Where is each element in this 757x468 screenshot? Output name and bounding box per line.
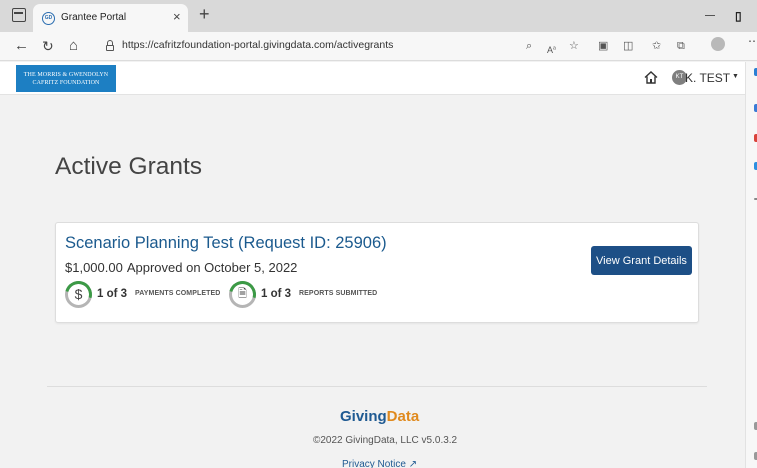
tab-favicon-icon: GD bbox=[42, 12, 55, 25]
favorite-star-icon[interactable]: ☆ bbox=[569, 38, 579, 54]
back-arrow-icon[interactable]: ← bbox=[14, 36, 29, 56]
read-aloud-icon[interactable]: Aₐ bbox=[547, 39, 556, 58]
privacy-notice-link[interactable]: Privacy Notice ↗ bbox=[342, 459, 417, 468]
brand-part-1: Giving bbox=[340, 408, 387, 425]
extension-icon[interactable]: ▣ bbox=[598, 38, 608, 54]
grant-approved-date: Approved on October 5, 2022 bbox=[126, 260, 298, 275]
search-site-icon[interactable]: ⌕ bbox=[526, 38, 532, 54]
grant-amount-line: $1,000.00 Approved on October 5, 2022 bbox=[65, 260, 301, 275]
new-tab-icon[interactable]: + bbox=[199, 4, 210, 24]
reports-count: 1 of 3 bbox=[261, 288, 292, 300]
privacy-notice-label: Privacy Notice bbox=[342, 459, 406, 468]
grant-card: Scenario Planning Test (Request ID: 2590… bbox=[55, 222, 699, 323]
browser-menu-icon[interactable]: ⋯ bbox=[748, 34, 757, 48]
logo-line-2: CAFRITZ FOUNDATION bbox=[32, 80, 100, 86]
foundation-logo[interactable]: THE MORRIS & GWENDOLYN CAFRITZ FOUNDATIO… bbox=[16, 65, 116, 92]
external-link-icon: ↗ bbox=[408, 459, 418, 468]
report-document-icon: 🗎 bbox=[238, 288, 247, 300]
user-name: K. TEST bbox=[685, 71, 731, 85]
collections-icon[interactable]: ⧉ bbox=[677, 38, 685, 54]
window-minimize-icon[interactable] bbox=[705, 15, 715, 16]
tab-actions-icon[interactable] bbox=[12, 8, 26, 22]
givingdata-logo: GivingData bbox=[340, 408, 419, 425]
chevron-down-icon: ▼ bbox=[732, 73, 739, 80]
copyright-text: ©2022 GivingData, LLC v5.0.3.2 bbox=[313, 435, 458, 446]
browser-nav-bar: ← ↻ ⌂ https://cafritzfoundation-portal.g… bbox=[0, 32, 757, 61]
payments-count: 1 of 3 bbox=[97, 288, 128, 300]
home-icon[interactable] bbox=[644, 71, 658, 84]
tab-title: Grantee Portal bbox=[61, 12, 127, 23]
logo-line-1: THE MORRIS & GWENDOLYN bbox=[23, 72, 109, 78]
lock-icon[interactable] bbox=[106, 40, 114, 51]
footer-divider bbox=[47, 386, 707, 387]
reports-label: REPORTS SUBMITTED bbox=[299, 290, 378, 297]
address-url[interactable]: https://cafritzfoundation-portal.givingd… bbox=[122, 39, 393, 51]
browser-sidebar bbox=[745, 62, 757, 468]
brand-part-2: Data bbox=[386, 408, 420, 425]
browser-tab-grantee-portal[interactable]: GD Grantee Portal × bbox=[33, 4, 188, 32]
window-restore-icon[interactable]: ▯ bbox=[735, 10, 742, 22]
payments-label: PAYMENTS COMPLETED bbox=[135, 290, 221, 297]
grant-amount: $1,000.00 bbox=[65, 260, 123, 275]
split-screen-icon[interactable]: ◫ bbox=[623, 38, 633, 54]
home-button-icon[interactable]: ⌂ bbox=[69, 36, 78, 56]
page-title: Active Grants bbox=[55, 153, 203, 180]
grant-title-link[interactable]: Scenario Planning Test (Request ID: 2590… bbox=[65, 234, 387, 253]
portal-page: THE MORRIS & GWENDOLYN CAFRITZ FOUNDATIO… bbox=[0, 62, 745, 468]
browser-tab-bar: GD Grantee Portal × + ▯ bbox=[0, 0, 757, 32]
refresh-icon[interactable]: ↻ bbox=[42, 36, 54, 56]
address-bar[interactable]: https://cafritzfoundation-portal.givingd… bbox=[98, 35, 734, 58]
browser-profile-icon[interactable] bbox=[711, 37, 725, 51]
tab-close-icon[interactable]: × bbox=[173, 10, 181, 24]
favorites-icon[interactable]: ✩ bbox=[652, 38, 661, 54]
site-header: THE MORRIS & GWENDOLYN CAFRITZ FOUNDATIO… bbox=[0, 62, 745, 95]
view-grant-details-button[interactable]: View Grant Details bbox=[591, 246, 692, 275]
dollar-icon: $ bbox=[74, 286, 83, 302]
